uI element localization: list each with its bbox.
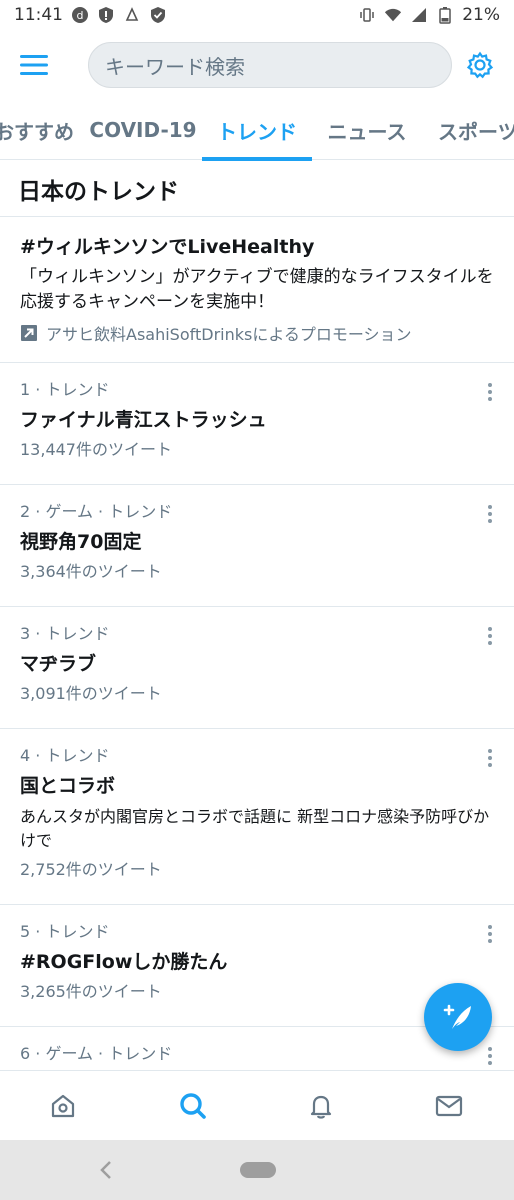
- more-vertical-icon: [488, 383, 492, 401]
- more-options-button[interactable]: [482, 625, 498, 647]
- nav-home[interactable]: [38, 1071, 88, 1141]
- tab-sports[interactable]: スポーツ: [438, 100, 514, 160]
- more-options-button[interactable]: [482, 381, 498, 403]
- trend-meta: 5 · トレンド: [20, 922, 110, 941]
- more-vertical-icon: [488, 749, 492, 767]
- settings-icon: [466, 51, 494, 79]
- more-vertical-icon: [488, 1047, 492, 1065]
- docomo-icon: d: [71, 6, 89, 24]
- more-options-button[interactable]: [482, 1045, 498, 1067]
- trend-tweet-count: 3,091件のツイート: [20, 684, 162, 703]
- tab-trends[interactable]: トレンド: [202, 100, 312, 161]
- status-bar: 11:41 d 21%: [0, 0, 514, 30]
- bottom-navigation: [0, 1070, 514, 1140]
- trend-item-3[interactable]: 3 · トレンド マヂラブ 3,091件のツイート: [0, 607, 514, 729]
- status-time: 11:41: [14, 5, 63, 25]
- trend-meta: 3 · トレンド: [20, 624, 110, 643]
- compose-tweet-icon: [443, 1004, 471, 1029]
- trend-name: ファイナル青江ストラッシュ: [20, 409, 267, 431]
- wifi-icon: [384, 6, 402, 24]
- trend-tweet-count: 3,364件のツイート: [20, 562, 162, 581]
- signal-icon: [410, 6, 428, 24]
- shield-check-icon: [149, 6, 167, 24]
- compose-tweet-button[interactable]: [424, 983, 492, 1051]
- promoted-trend[interactable]: #ウィルキンソンでLiveHealthy 「ウィルキンソン」がアクティブで健康的…: [0, 217, 514, 363]
- system-back-button[interactable]: [96, 1158, 116, 1182]
- alert-shield-icon: [97, 6, 115, 24]
- trend-meta: 4 · トレンド: [20, 746, 110, 765]
- trend-name: 国とコラボ: [20, 775, 116, 797]
- trend-name: #ROGFlowしか勝たん: [20, 951, 228, 973]
- system-navigation-bar: [0, 1140, 514, 1200]
- system-home-button[interactable]: [240, 1162, 276, 1178]
- more-options-button[interactable]: [482, 747, 498, 769]
- more-vertical-icon: [488, 627, 492, 645]
- promoted-icon: [20, 324, 38, 342]
- battery-icon: [436, 6, 454, 24]
- tab-recommended[interactable]: おすすめ: [0, 100, 74, 160]
- battery-level: 21%: [462, 5, 500, 25]
- back-chevron-icon: [100, 1161, 111, 1179]
- explore-tabs: おすすめ COVID-19 トレンド ニュース スポーツ: [0, 100, 514, 161]
- app-header: キーワード検索: [0, 30, 514, 100]
- trend-description: あんスタが内閣官房とコラボで話題に 新型コロナ感染予防呼びかけで: [20, 807, 490, 850]
- trend-name: マヂラブ: [20, 653, 97, 675]
- trend-meta: 1 · トレンド: [20, 380, 110, 399]
- nav-notifications[interactable]: [296, 1071, 346, 1141]
- trend-name: 視野角70固定: [20, 531, 142, 553]
- promo-attribution: アサヒ飲料AsahiSoftDrinksによるプロモーション: [20, 321, 494, 345]
- promo-description: 「ウィルキンソン」がアクティブで健康的なライフスタイルを応援するキャンペーンを実…: [20, 267, 494, 312]
- trend-meta: 6 · ゲーム · トレンド: [20, 1044, 173, 1063]
- trend-meta: 2 · ゲーム · トレンド: [20, 502, 173, 521]
- tab-covid19[interactable]: COVID-19: [89, 100, 196, 160]
- trend-item-2[interactable]: 2 · ゲーム · トレンド 視野角70固定 3,364件のツイート: [0, 485, 514, 607]
- promo-by-text: アサヒ飲料AsahiSoftDrinksによるプロモーション: [46, 325, 412, 344]
- vibrate-icon: [358, 6, 376, 24]
- messages-icon: [435, 1095, 463, 1117]
- notification-icon: [123, 6, 141, 24]
- settings-button[interactable]: [454, 45, 494, 85]
- more-options-button[interactable]: [482, 923, 498, 945]
- notifications-icon: [310, 1095, 332, 1119]
- menu-icon: [20, 55, 48, 75]
- more-vertical-icon: [488, 505, 492, 523]
- more-options-button[interactable]: [482, 503, 498, 525]
- trend-tweet-count: 2,752件のツイート: [20, 860, 162, 879]
- svg-text:d: d: [77, 9, 84, 22]
- promo-title: #ウィルキンソンでLiveHealthy: [20, 236, 315, 258]
- nav-messages[interactable]: [424, 1071, 474, 1141]
- more-vertical-icon: [488, 925, 492, 943]
- menu-button[interactable]: [20, 45, 60, 85]
- trend-item-4[interactable]: 4 · トレンド 国とコラボ あんスタが内閣官房とコラボで話題に 新型コロナ感染…: [0, 729, 514, 905]
- trend-tweet-count: 3,265件のツイート: [20, 982, 162, 1001]
- nav-search[interactable]: [168, 1071, 218, 1141]
- section-title: 日本のトレンド: [0, 161, 514, 217]
- trend-item-1[interactable]: 1 · トレンド ファイナル青江ストラッシュ 13,447件のツイート: [0, 363, 514, 485]
- search-input[interactable]: キーワード検索: [88, 42, 452, 88]
- search-placeholder: キーワード検索: [105, 54, 245, 79]
- trend-tweet-count: 13,447件のツイート: [20, 440, 172, 459]
- tab-news[interactable]: ニュース: [326, 100, 408, 160]
- search-icon: [180, 1093, 206, 1119]
- home-icon: [51, 1094, 75, 1118]
